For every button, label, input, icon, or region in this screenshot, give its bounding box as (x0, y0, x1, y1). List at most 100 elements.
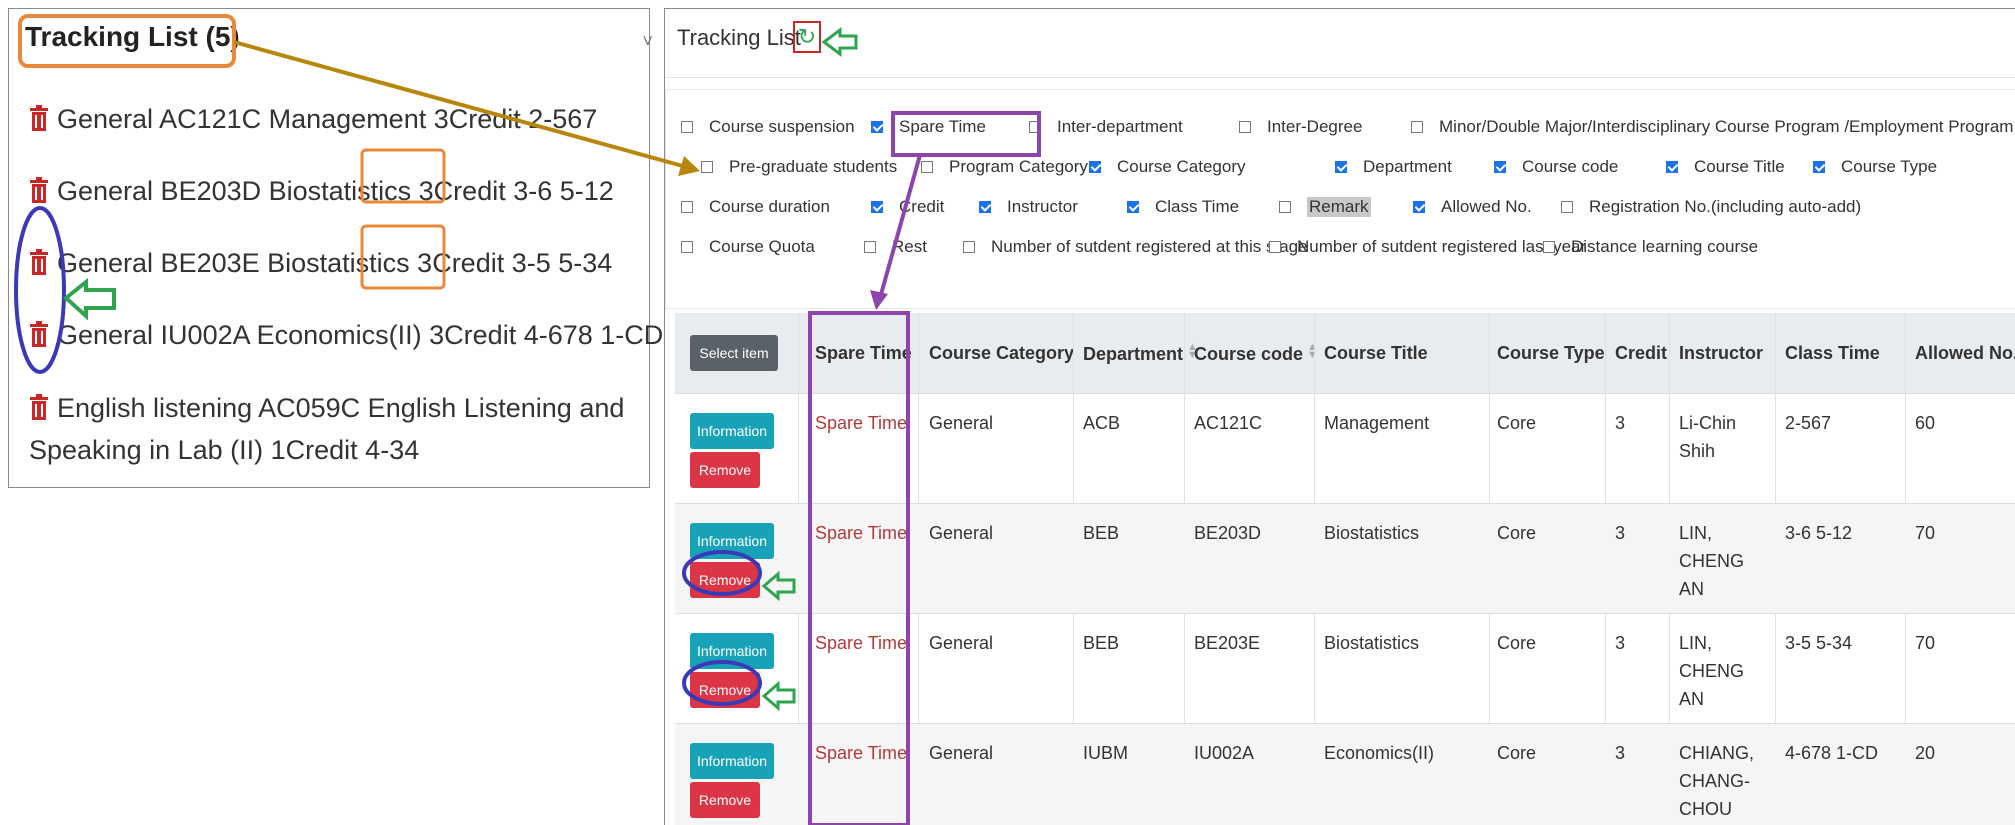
filter-checkbox[interactable] (701, 161, 713, 173)
column-header-label: Instructor (1679, 343, 1764, 363)
filter-option[interactable]: Course Title (1666, 157, 1785, 177)
table-cell-type: Core (1497, 523, 1537, 543)
filter-checkbox[interactable] (681, 241, 693, 253)
filter-checkbox[interactable] (681, 201, 693, 213)
table-cell-time: 4-678 1-CD (1785, 743, 1879, 763)
remove-button[interactable]: Remove (690, 452, 760, 488)
table-cell-spare[interactable]: Spare Time (815, 633, 907, 654)
table-cell-credit: 3 (1615, 523, 1626, 543)
trash-icon[interactable] (29, 105, 49, 131)
column-header: Course Category (929, 343, 1074, 364)
tracking-item-label: English listening AC059C English Listeni… (29, 393, 625, 465)
filter-label: Remark (1307, 197, 1371, 217)
information-button[interactable]: Information (690, 743, 774, 779)
filter-option[interactable]: Minor/Double Major/Interdisciplinary Cou… (1411, 117, 2013, 137)
filter-option[interactable]: Course duration (681, 197, 830, 217)
filter-option[interactable]: Rest (864, 237, 927, 257)
filter-option[interactable]: Course suspension (681, 117, 855, 137)
table-cell-spare[interactable]: Spare Time (815, 413, 907, 434)
tracking-item: General IU002A Economics(II) 3Credit 4-6… (29, 317, 663, 353)
table-cell-allowed: 70 (1915, 523, 1936, 543)
column-header-label: Credit (1615, 343, 1668, 363)
refresh-icon[interactable]: ↻ (793, 21, 821, 53)
sort-icon[interactable]: ▲ ▼ (1307, 342, 1318, 361)
filter-checkbox[interactable] (1411, 121, 1423, 133)
filter-checkbox[interactable] (1494, 161, 1506, 173)
information-button[interactable]: Information (690, 523, 774, 559)
filter-option[interactable]: Spare Time (871, 117, 986, 137)
remove-button[interactable]: Remove (690, 782, 760, 818)
trash-icon[interactable] (29, 394, 49, 420)
filter-option[interactable]: Inter-department (1029, 117, 1183, 137)
trash-icon[interactable] (29, 321, 49, 347)
filter-option[interactable]: Remark (1279, 197, 1371, 217)
table-row (675, 613, 2015, 724)
column-header[interactable]: Course code ▲ ▼ (1194, 342, 1318, 365)
filter-checkbox[interactable] (1413, 201, 1425, 213)
filter-option[interactable]: Credit (871, 197, 944, 217)
filter-checkbox[interactable] (1127, 201, 1139, 213)
chevron-down-icon[interactable]: ˅ (642, 31, 653, 52)
filter-checkbox[interactable] (1543, 241, 1555, 253)
filter-checkbox[interactable] (1813, 161, 1825, 173)
filter-checkbox[interactable] (871, 121, 883, 133)
column-header[interactable]: Department ▲ ▼ (1083, 342, 1198, 365)
filter-checkbox[interactable] (1029, 121, 1041, 133)
filter-checkbox[interactable] (871, 201, 883, 213)
tracking-list-title: Tracking List (5) (25, 21, 240, 52)
trash-icon[interactable] (29, 177, 49, 203)
filter-checkbox[interactable] (1666, 161, 1678, 173)
filter-option[interactable]: Program Category (921, 157, 1088, 177)
tracking-list-panel: Tracking List (5) ˅ General AC121C Manag… (8, 8, 663, 488)
filter-checkbox[interactable] (1335, 161, 1347, 173)
filter-option[interactable]: Course Category (1089, 157, 1246, 177)
filter-option[interactable]: Instructor (979, 197, 1078, 217)
filter-checkbox[interactable] (1089, 161, 1101, 173)
filter-checkbox[interactable] (864, 241, 876, 253)
tracking-item: General BE203D Biostatistics 3Credit 3-6… (29, 173, 614, 209)
filter-checkbox[interactable] (921, 161, 933, 173)
filter-checkbox[interactable] (963, 241, 975, 253)
information-button[interactable]: Information (690, 413, 774, 449)
filter-checkbox[interactable] (1561, 201, 1573, 213)
table-cell-allowed: 20 (1915, 743, 1936, 763)
table-cell-time: 2-567 (1785, 413, 1832, 433)
tracking-item-label: General AC121C Management 3Credit 2-567 (57, 104, 598, 134)
column-header: Class Time (1785, 343, 1880, 364)
filter-option[interactable]: Course Quota (681, 237, 815, 257)
table-cell-instructor: LIN, CHENG AN (1679, 523, 1745, 599)
filter-option[interactable]: Course Type (1813, 157, 1937, 177)
table-cell-title: Biostatistics (1324, 523, 1420, 543)
tracking-item-label: General BE203E Biostatistics 3Credit 3-5… (57, 248, 613, 278)
table-cell-credit: 3 (1615, 413, 1626, 433)
filter-checkbox[interactable] (1269, 241, 1281, 253)
table-cell-spare[interactable]: Spare Time (815, 523, 907, 544)
filter-checkbox[interactable] (979, 201, 991, 213)
filter-option[interactable]: Course code (1494, 157, 1618, 177)
filter-option[interactable]: Registration No.(including auto-add) (1561, 197, 1861, 217)
filter-option[interactable]: Inter-Degree (1239, 117, 1362, 137)
filter-option[interactable]: Distance learning course (1543, 237, 1758, 257)
filter-option[interactable]: Allowed No. (1413, 197, 1532, 217)
filter-checkbox[interactable] (1279, 201, 1291, 213)
filter-label: Distance learning course (1571, 237, 1759, 256)
filter-label: Class Time (1155, 197, 1240, 216)
filter-checkbox[interactable] (681, 121, 693, 133)
remove-button[interactable]: Remove (690, 672, 760, 708)
filter-option[interactable]: Class Time (1127, 197, 1239, 217)
information-button[interactable]: Information (690, 633, 774, 669)
filter-option[interactable]: Number of sutdent registered at this sta… (963, 237, 1308, 257)
table-cell-title: Management (1324, 413, 1430, 433)
filter-option[interactable]: Pre-graduate students (701, 157, 897, 177)
select-item-button[interactable]: Select item (690, 335, 778, 371)
filter-checkbox[interactable] (1239, 121, 1251, 133)
filter-option[interactable]: Number of sutdent registered last year (1269, 237, 1586, 257)
table-cell-spare[interactable]: Spare Time (815, 743, 907, 764)
remove-button[interactable]: Remove (690, 562, 760, 598)
filter-label: Course duration (709, 197, 830, 216)
filter-option[interactable]: Department (1335, 157, 1452, 177)
column-header-label: Course Type (1497, 343, 1605, 363)
trash-icon[interactable] (29, 249, 49, 275)
tracking-item: English listening AC059C English Listeni… (29, 387, 649, 471)
table-cell-category: General (929, 523, 994, 543)
